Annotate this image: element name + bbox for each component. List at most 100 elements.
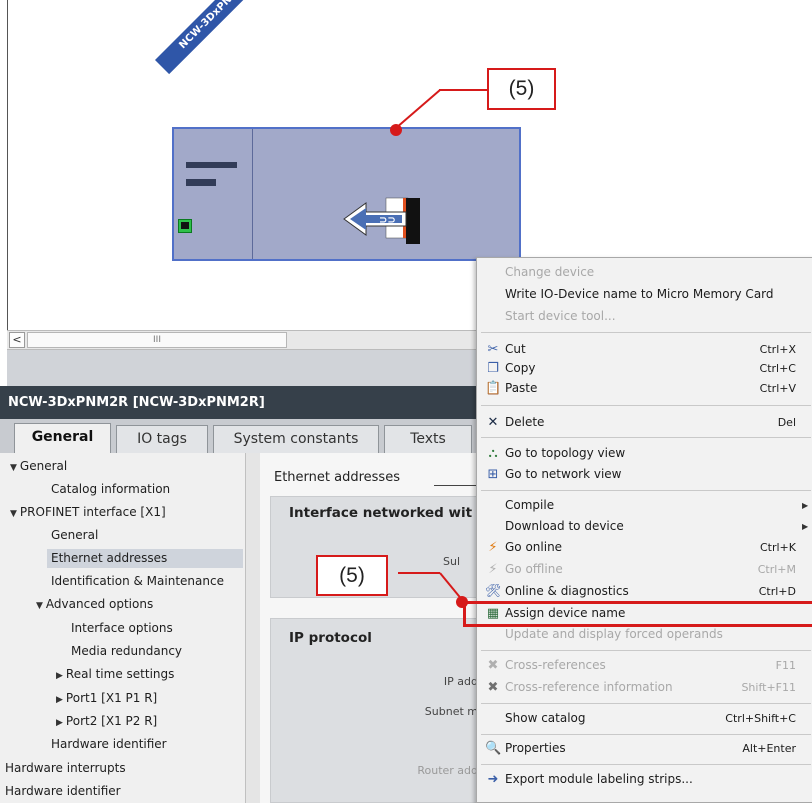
nav-item-general[interactable]: ▼ General [10, 458, 67, 476]
section-title: Ethernet addresses [274, 470, 400, 485]
nav-item-real-time-settings[interactable]: ▶ Real time settings [56, 666, 174, 684]
callout-anchor-dot [390, 124, 402, 136]
tab-io-tags[interactable]: IO tags [116, 425, 208, 453]
cross-references-icon: ✖ [487, 658, 499, 673]
nav-item-hardware-identifier-root[interactable]: Hardware identifier [5, 783, 121, 799]
menu-item-show-catalog[interactable]: Show catalog [505, 711, 586, 725]
nav-item-port2[interactable]: ▶ Port2 [X1 P2 R] [56, 713, 157, 731]
menu-item-copy[interactable]: Copy [505, 361, 535, 375]
nav-item-port1[interactable]: ▶ Port1 [X1 P1 R] [56, 690, 157, 708]
callout-leader-line [398, 572, 440, 574]
tab-system-constants[interactable]: System constants [213, 425, 379, 453]
menu-separator [481, 703, 811, 704]
canvas-border [7, 0, 8, 330]
expand-right-icon[interactable]: ▶ [56, 718, 63, 728]
nav-item-hardware-identifier[interactable]: Hardware identifier [51, 736, 167, 752]
menu-separator [481, 405, 811, 406]
nav-item-hardware-interrupts[interactable]: Hardware interrupts [5, 760, 126, 776]
svg-text:⊃⊃: ⊃⊃ [379, 215, 396, 226]
nav-item-label: Advanced options [45, 597, 154, 611]
nav-item-interface-general[interactable]: General [51, 527, 98, 543]
menu-separator [481, 490, 811, 491]
menu-separator [481, 332, 811, 333]
menu-item-paste[interactable]: Paste [505, 381, 537, 395]
nav-splitter[interactable] [245, 453, 260, 803]
menu-item-properties[interactable]: Properties [505, 741, 566, 755]
shortcut-go-offline: Ctrl+M [757, 563, 796, 576]
nav-item-ethernet-addresses[interactable]: Ethernet addresses [47, 549, 243, 568]
menu-item-cross-references[interactable]: Cross-references [505, 658, 606, 672]
shortcut-go-online: Ctrl+K [759, 541, 796, 554]
scroll-left-button[interactable]: < [9, 332, 25, 348]
menu-item-export-labeling-strips[interactable]: Export module labeling strips... [505, 772, 693, 786]
shortcut-cut: Ctrl+X [759, 343, 796, 356]
shortcut-properties: Alt+Enter [742, 742, 796, 755]
expand-down-icon[interactable]: ▼ [36, 601, 43, 611]
menu-separator [481, 437, 811, 438]
device-status-bar [186, 179, 216, 186]
device-divider [252, 129, 253, 259]
callout-leader-line [439, 89, 487, 91]
network-view-icon: ⊞ [487, 467, 499, 482]
nav-item-label: Port2 [X1 P2 R] [65, 714, 158, 728]
nav-item-label: Real time settings [65, 667, 175, 681]
menu-item-delete[interactable]: Delete [505, 415, 544, 429]
menu-item-go-online[interactable]: Go online [505, 540, 562, 554]
copy-icon: ❐ [487, 361, 499, 376]
go-online-icon: ⚡ [488, 540, 498, 555]
shortcut-delete: Del [777, 416, 796, 429]
tab-texts[interactable]: Texts [384, 425, 472, 453]
expand-right-icon[interactable]: ▶ [56, 695, 63, 705]
subnet-label: Sul [443, 555, 461, 568]
menu-item-cross-reference-information[interactable]: Cross-reference information [505, 680, 673, 694]
menu-item-online-diagnostics[interactable]: Online & diagnostics [505, 584, 629, 598]
nav-item-advanced-options[interactable]: ▼ Advanced options [36, 596, 153, 614]
menu-separator [481, 650, 811, 651]
nav-item-media-redundancy[interactable]: Media redundancy [71, 643, 182, 659]
menu-item-start-device-tool[interactable]: Start device tool... [505, 309, 616, 323]
menu-item-update-forced-operands[interactable]: Update and display forced operands [505, 627, 723, 641]
scroll-thumb[interactable]: III [27, 332, 287, 348]
nav-item-label: Port1 [X1 P1 R] [65, 691, 158, 705]
nav-item-interface-options[interactable]: Interface options [71, 620, 173, 636]
diagnostics-icon: 🛠 [485, 584, 502, 599]
panel-title: Interface networked wit [289, 505, 473, 521]
highlight-frame [463, 601, 812, 627]
router-address-label: Router add [417, 764, 478, 777]
shortcut-paste: Ctrl+V [759, 382, 796, 395]
panel-separator [7, 350, 477, 386]
properties-icon: 🔍 [485, 741, 502, 756]
nav-item-identification-maintenance[interactable]: Identification & Maintenance [51, 573, 224, 589]
export-icon: ➜ [487, 772, 499, 787]
nav-item-label: PROFINET interface [X1] [19, 505, 166, 519]
nav-item-catalog-information[interactable]: Catalog information [51, 481, 170, 497]
callout-label: (5) [487, 68, 556, 110]
menu-item-write-io-device-name[interactable]: Write IO-Device name to Micro Memory Car… [505, 287, 774, 301]
shortcut-cross-reference-information: Shift+F11 [741, 681, 796, 694]
menu-item-change-device[interactable]: Change device [505, 265, 594, 279]
shortcut-online-diagnostics: Ctrl+D [758, 585, 796, 598]
ip-address-label: IP add [443, 675, 478, 688]
network-module-icon: ⊃⊃ [343, 197, 420, 244]
expand-down-icon[interactable]: ▼ [10, 509, 17, 519]
expand-down-icon[interactable]: ▼ [10, 463, 17, 473]
port-plug [181, 222, 189, 229]
menu-separator [481, 734, 811, 735]
nav-item-label: General [19, 459, 68, 473]
scissors-icon: ✂ [487, 342, 499, 357]
callout-label: (5) [316, 555, 388, 596]
menu-item-go-offline[interactable]: Go offline [505, 562, 563, 576]
topology-view-icon: ⛬ [488, 446, 498, 461]
shortcut-show-catalog: Ctrl+Shift+C [725, 712, 796, 725]
menu-item-cut[interactable]: Cut [505, 342, 526, 356]
menu-item-download-to-device[interactable]: Download to device [505, 519, 624, 533]
expand-right-icon[interactable]: ▶ [56, 671, 63, 681]
delete-icon: ✕ [487, 415, 499, 430]
nav-item-profinet-interface[interactable]: ▼ PROFINET interface [X1] [10, 504, 166, 522]
tab-general[interactable]: General [14, 423, 111, 453]
menu-item-go-to-topology-view[interactable]: Go to topology view [505, 446, 625, 460]
menu-item-go-to-network-view[interactable]: Go to network view [505, 467, 622, 481]
menu-item-compile[interactable]: Compile [505, 498, 554, 512]
submenu-arrow-icon: ▶ [802, 522, 809, 531]
go-offline-icon: ⚡ [488, 562, 498, 577]
